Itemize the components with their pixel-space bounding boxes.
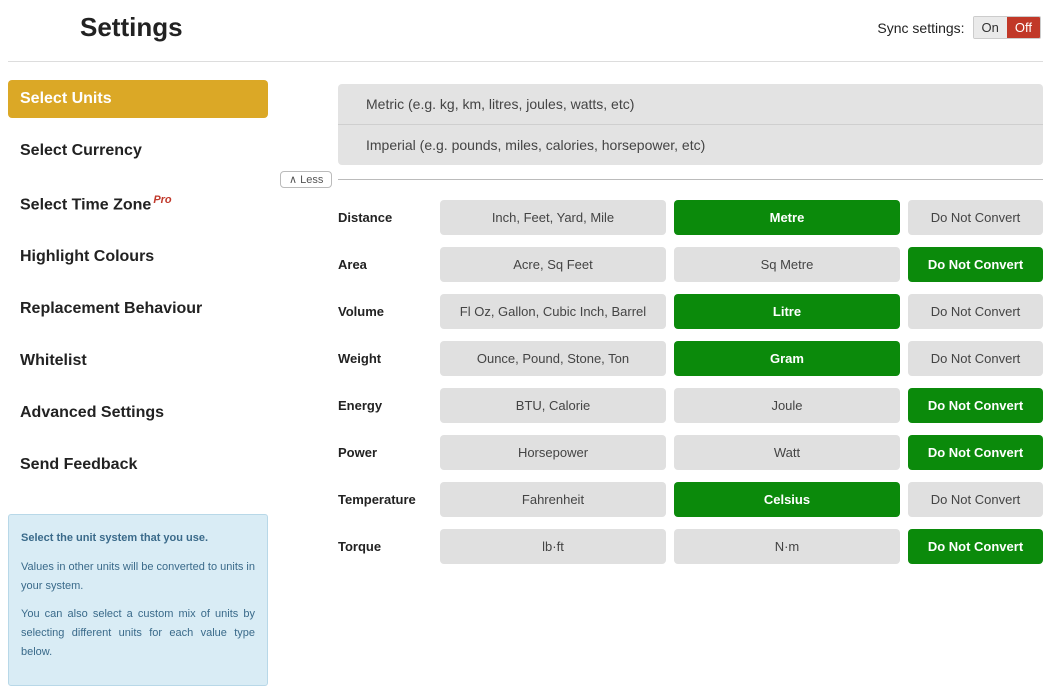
sidebar-item-label: Highlight Colours — [20, 248, 154, 265]
info-box: Select the unit system that you use. Val… — [8, 514, 268, 686]
info-line-3: You can also select a custom mix of unit… — [21, 605, 255, 661]
sidebar-item-label: Select Units — [20, 90, 112, 107]
unit-row-weight: Weight Ounce, Pound, Stone, TonGramDo Not… — [338, 341, 1043, 376]
sidebar-item-3[interactable]: Highlight Colours — [8, 238, 268, 276]
unit-option[interactable]: Litre — [674, 294, 900, 329]
sidebar-nav: Select Units Select Currency Select Time Z… — [8, 80, 268, 484]
sidebar-item-label: Advanced Settings — [20, 404, 164, 421]
unit-option[interactable]: Do Not Convert — [908, 341, 1043, 376]
unit-row-energy: Energy BTU, CalorieJouleDo Not Convert — [338, 388, 1043, 423]
unit-option[interactable]: Watt — [674, 435, 900, 470]
unit-row-label: Temperature — [338, 492, 432, 507]
unit-row-label: Volume — [338, 304, 432, 319]
unit-option[interactable]: Metre — [674, 200, 900, 235]
unit-row-label: Torque — [338, 539, 432, 554]
sidebar-item-label: Select Currency — [20, 142, 142, 159]
unit-option[interactable]: Acre, Sq Feet — [440, 247, 666, 282]
unit-option[interactable]: Joule — [674, 388, 900, 423]
unit-option[interactable]: Do Not Convert — [908, 435, 1043, 470]
unit-row-label: Power — [338, 445, 432, 460]
sync-toggle-off[interactable]: Off — [1007, 17, 1040, 38]
sidebar-item-2[interactable]: Select Time ZonePro — [8, 184, 268, 224]
preset-box: Metric (e.g. kg, km, litres, joules, wat… — [338, 84, 1043, 165]
collapse-less-button[interactable]: ∧ Less — [280, 171, 332, 188]
sidebar-item-7[interactable]: Send Feedback — [8, 446, 268, 484]
sync-label: Sync settings: — [877, 20, 964, 36]
sidebar-item-label: Select Time Zone — [20, 196, 151, 213]
unit-option[interactable]: Do Not Convert — [908, 482, 1043, 517]
sidebar-item-4[interactable]: Replacement Behaviour — [8, 290, 268, 328]
info-line-1: Select the unit system that you use. — [21, 529, 255, 548]
unit-option[interactable]: Do Not Convert — [908, 200, 1043, 235]
unit-row-torque: Torque lb·ftN·mDo Not Convert — [338, 529, 1043, 564]
sync-toggle[interactable]: On Off — [973, 16, 1041, 39]
preset-imperial[interactable]: Imperial (e.g. pounds, miles, calories, … — [338, 124, 1043, 165]
unit-row-label: Weight — [338, 351, 432, 366]
unit-option[interactable]: Do Not Convert — [908, 294, 1043, 329]
unit-option[interactable]: Gram — [674, 341, 900, 376]
unit-option[interactable]: Horsepower — [440, 435, 666, 470]
header-divider — [8, 61, 1043, 62]
info-line-2: Values in other units will be converted … — [21, 558, 255, 595]
unit-option[interactable]: Do Not Convert — [908, 388, 1043, 423]
unit-row-label: Distance — [338, 210, 432, 225]
unit-option[interactable]: Do Not Convert — [908, 529, 1043, 564]
page-title: Settings — [80, 12, 183, 43]
sidebar-item-label: Send Feedback — [20, 456, 137, 473]
unit-option[interactable]: Ounce, Pound, Stone, Ton — [440, 341, 666, 376]
unit-row-temperature: Temperature FahrenheitCelsiusDo Not Conve… — [338, 482, 1043, 517]
pro-badge: Pro — [153, 194, 171, 206]
unit-option[interactable]: Fahrenheit — [440, 482, 666, 517]
unit-row-power: Power HorsepowerWattDo Not Convert — [338, 435, 1043, 470]
unit-option[interactable]: Inch, Feet, Yard, Mile — [440, 200, 666, 235]
sidebar-item-1[interactable]: Select Currency — [8, 132, 268, 170]
unit-option[interactable]: lb·ft — [440, 529, 666, 564]
unit-rows: DistanceInch, Feet, Yard, MileMetreDo No… — [338, 200, 1043, 564]
unit-option[interactable]: Fl Oz, Gallon, Cubic Inch, Barrel — [440, 294, 666, 329]
unit-row-label: Energy — [338, 398, 432, 413]
sidebar-item-5[interactable]: Whitelist — [8, 342, 268, 380]
unit-row-area: Area Acre, Sq FeetSq MetreDo Not Convert — [338, 247, 1043, 282]
unit-option[interactable]: Do Not Convert — [908, 247, 1043, 282]
unit-row-label: Area — [338, 257, 432, 272]
preset-metric[interactable]: Metric (e.g. kg, km, litres, joules, wat… — [338, 84, 1043, 124]
unit-option[interactable]: BTU, Calorie — [440, 388, 666, 423]
sidebar-item-0[interactable]: Select Units — [8, 80, 268, 118]
collapse-divider — [338, 179, 1043, 180]
sync-toggle-on[interactable]: On — [974, 17, 1007, 38]
unit-option[interactable]: Celsius — [674, 482, 900, 517]
unit-option[interactable]: N·m — [674, 529, 900, 564]
sidebar-item-label: Whitelist — [20, 352, 87, 369]
sidebar-item-label: Replacement Behaviour — [20, 300, 202, 317]
unit-row-volume: Volume Fl Oz, Gallon, Cubic Inch, BarrelL… — [338, 294, 1043, 329]
unit-row-distance: Distance Inch, Feet, Yard, MileMetreDo No… — [338, 200, 1043, 235]
sidebar-item-6[interactable]: Advanced Settings — [8, 394, 268, 432]
unit-option[interactable]: Sq Metre — [674, 247, 900, 282]
